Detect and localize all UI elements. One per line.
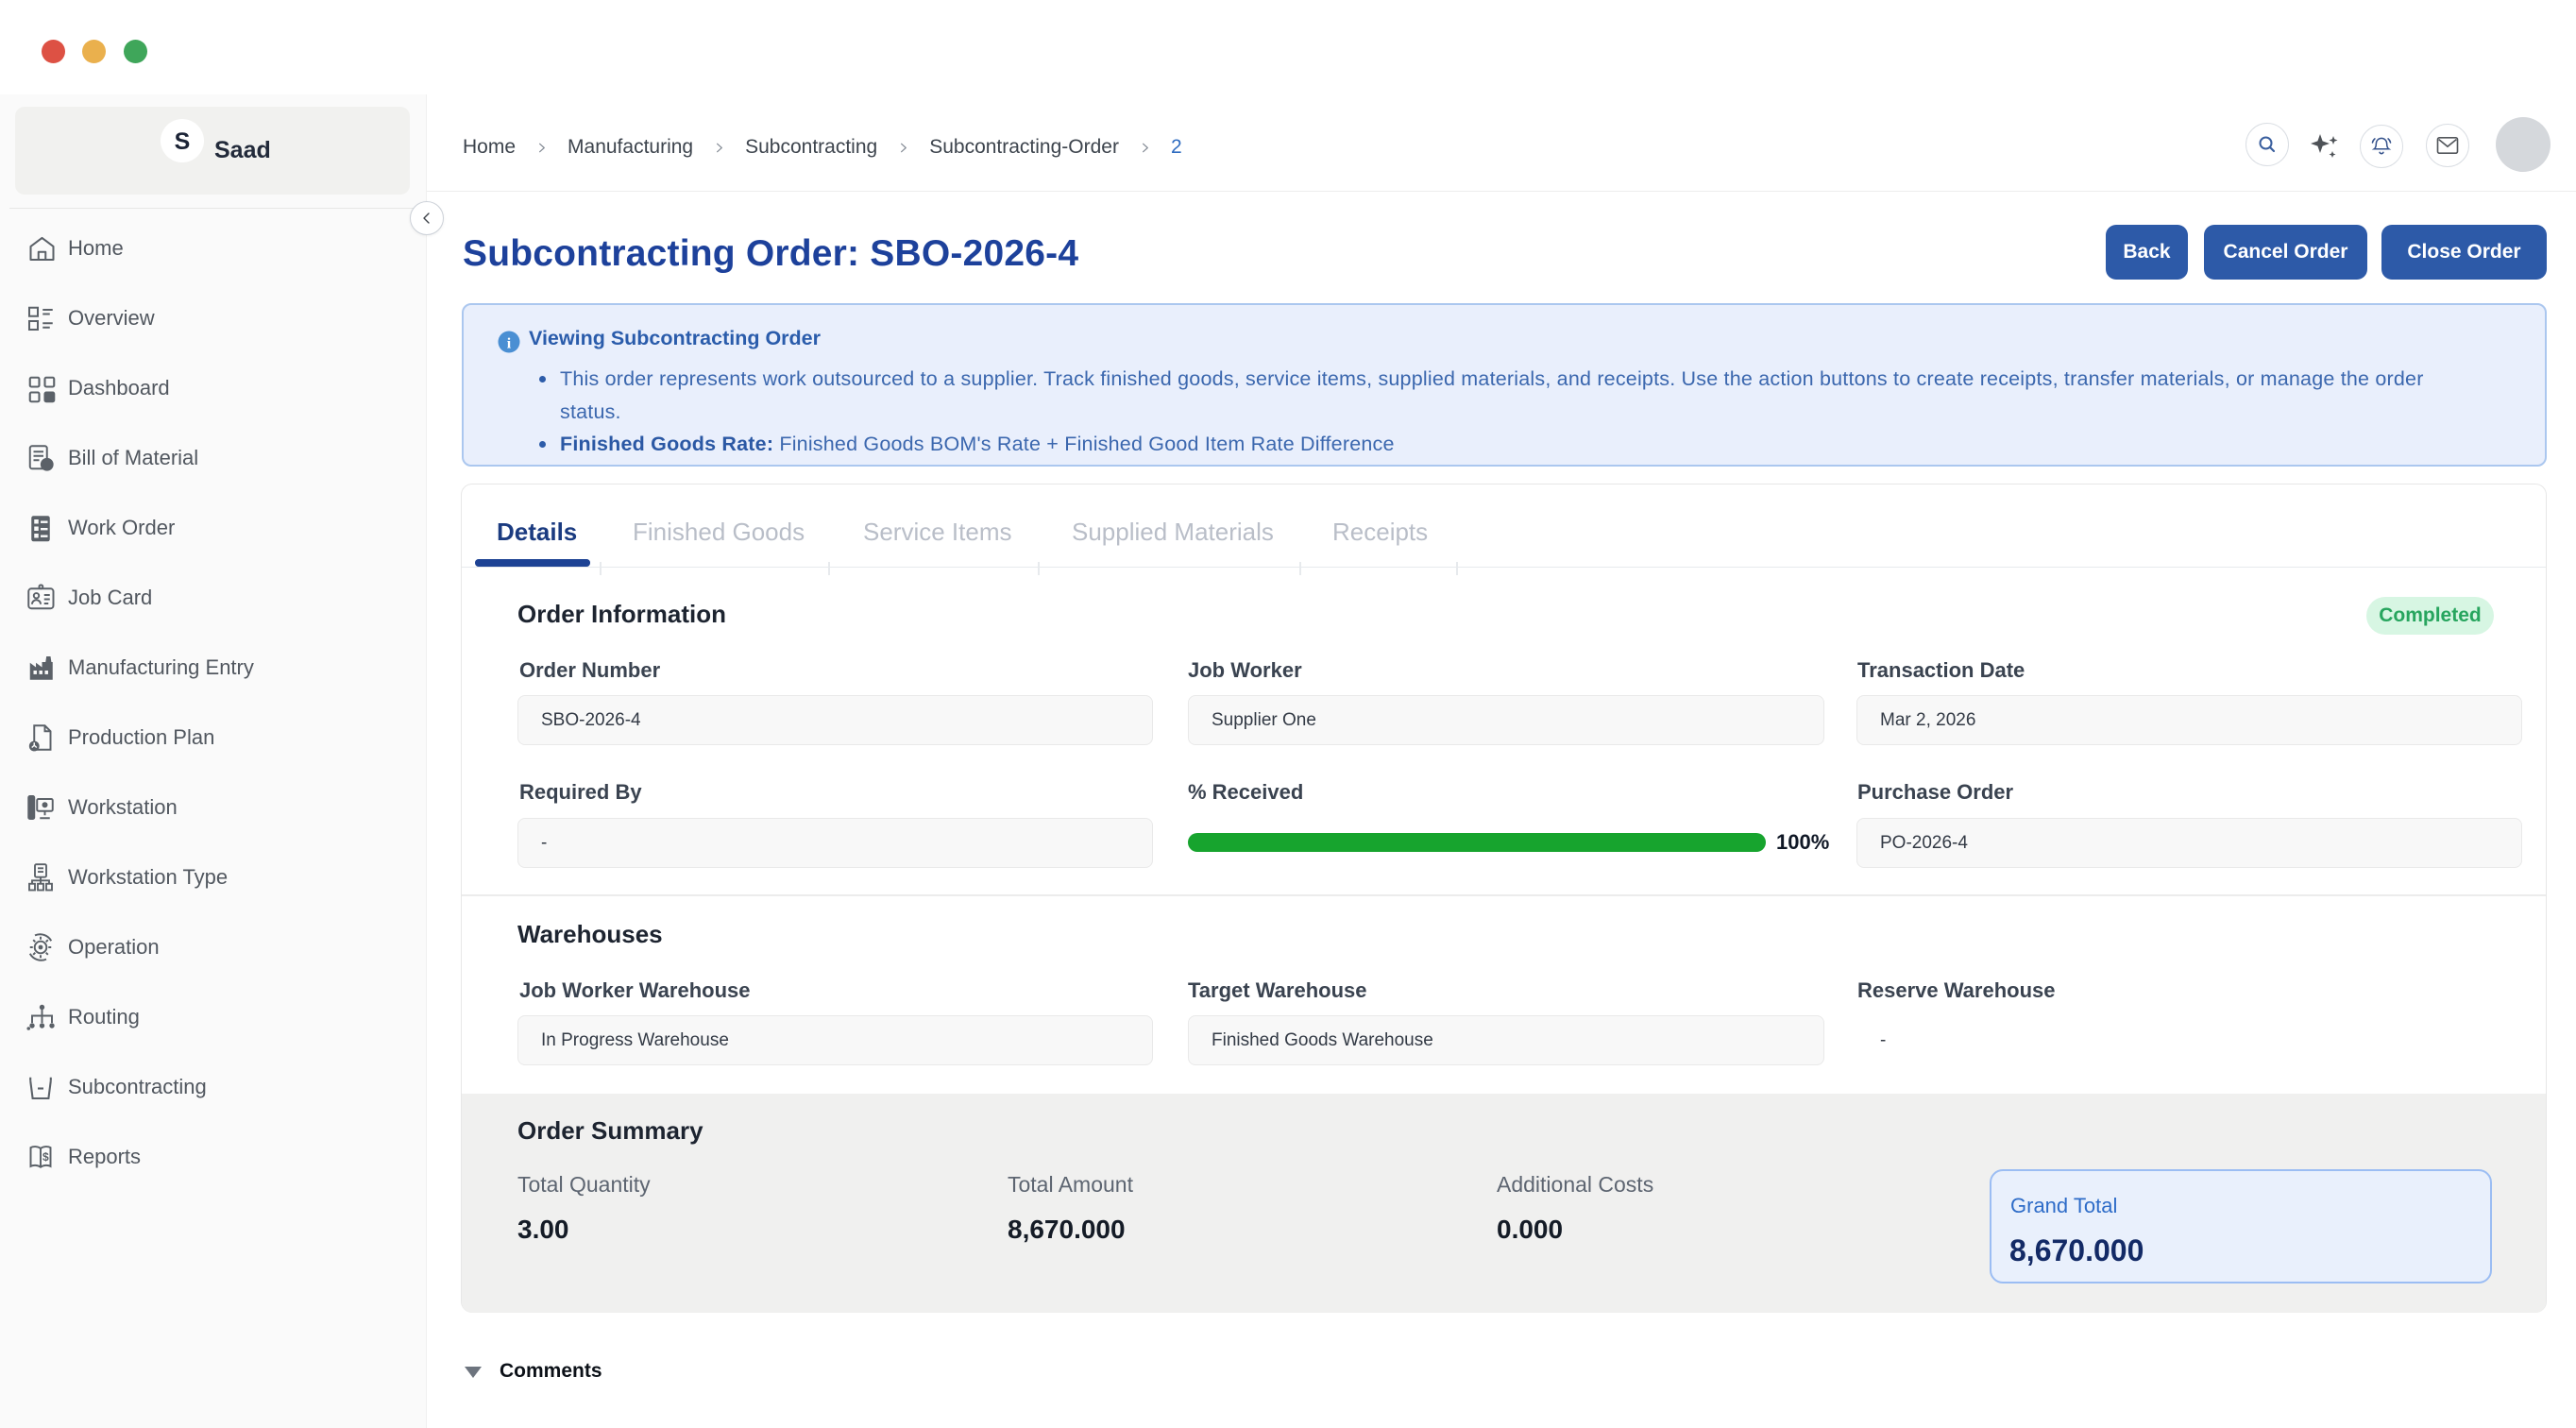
- svg-text:i: i: [507, 336, 512, 352]
- svg-text:$: $: [44, 460, 51, 471]
- svg-text:$: $: [42, 1150, 49, 1164]
